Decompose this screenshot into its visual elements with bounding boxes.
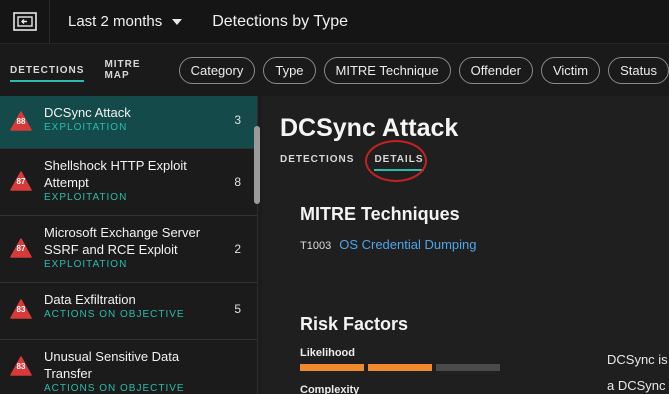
annotation-circle xyxy=(365,140,427,182)
detection-item-dcsync[interactable]: 88 DCSync Attack EXPLOITATION 3 xyxy=(0,96,257,149)
detection-name: Data Exfiltration xyxy=(44,292,136,307)
panel-toggle-button[interactable] xyxy=(0,0,50,44)
tab-detections[interactable]: DETECTIONS xyxy=(10,44,85,96)
detection-item-shellshock[interactable]: 87 Shellshock HTTP Exploit Attempt EXPLO… xyxy=(0,149,257,216)
detection-category: ACTIONS ON OBJECTIVE xyxy=(44,309,185,320)
detection-category: EXPLOITATION xyxy=(44,192,128,203)
likelihood-segment xyxy=(368,364,432,371)
severity-badge: 83 xyxy=(10,356,32,376)
detection-name: Microsoft Exchange Server SSRF and RCE E… xyxy=(44,225,201,257)
likelihood-label: Likelihood xyxy=(300,347,355,359)
sidebar-scrollbar[interactable] xyxy=(254,126,260,204)
detection-category: EXPLOITATION xyxy=(44,122,128,133)
filter-offender[interactable]: Offender xyxy=(458,56,533,84)
description-line: a DCSync a xyxy=(607,378,669,393)
severity-score: 87 xyxy=(16,177,26,186)
severity-score: 83 xyxy=(16,362,26,371)
technique-row: T1003 OS Credential Dumping xyxy=(300,237,477,252)
likelihood-meter xyxy=(300,364,500,371)
detail-pane: DCSync Attack DETECTIONS DETAILS MITRE T… xyxy=(262,96,669,394)
detection-count: 2 xyxy=(234,242,241,256)
detail-title: DCSync Attack xyxy=(280,114,459,142)
severity-badge: 83 xyxy=(10,299,32,319)
detection-count: 5 xyxy=(234,302,241,316)
detection-item-exchange[interactable]: 87 Microsoft Exchange Server SSRF and RC… xyxy=(0,216,257,283)
detection-category: ACTIONS ON OBJECTIVE xyxy=(44,383,185,394)
mitre-techniques-heading: MITRE Techniques xyxy=(300,204,460,224)
mode-tabs: DETECTIONS MITRE MAP xyxy=(0,44,173,96)
time-range-label: Last 2 months xyxy=(68,13,163,30)
severity-badge: 87 xyxy=(10,238,32,258)
severity-score: 83 xyxy=(16,305,26,314)
likelihood-segment xyxy=(300,364,364,371)
chevron-down-icon xyxy=(172,18,183,25)
severity-score: 88 xyxy=(16,117,26,126)
filter-type[interactable]: Type xyxy=(263,56,316,84)
view-title: Detections by Type xyxy=(212,12,348,30)
filter-bar: DETECTIONS MITRE MAP Category Type MITRE… xyxy=(0,44,669,96)
detection-item-data-exfiltration[interactable]: 83 Data Exfiltration ACTIONS ON OBJECTIV… xyxy=(0,283,257,340)
detection-category: EXPLOITATION xyxy=(44,259,128,270)
filter-chips: Category Type MITRE Technique Offender V… xyxy=(178,56,669,84)
detection-count: 8 xyxy=(234,175,241,189)
detection-name: Shellshock HTTP Exploit Attempt xyxy=(44,158,187,190)
tab-detail-detections[interactable]: DETECTIONS xyxy=(280,154,354,171)
severity-score: 87 xyxy=(16,244,26,253)
detection-item-unusual-transfer[interactable]: 83 Unusual Sensitive Data Transfer ACTIO… xyxy=(0,340,257,394)
time-range-dropdown[interactable]: Last 2 months xyxy=(68,13,183,30)
likelihood-segment xyxy=(436,364,500,371)
detection-list: 88 DCSync Attack EXPLOITATION 3 87 Shell… xyxy=(0,96,258,394)
technique-id: T1003 xyxy=(300,240,332,252)
description-line: DCSync is a xyxy=(607,352,669,367)
filter-status[interactable]: Status xyxy=(608,56,669,84)
detection-count: 3 xyxy=(234,113,241,127)
risk-factors-heading: Risk Factors xyxy=(300,314,409,334)
filter-category[interactable]: Category xyxy=(178,56,256,84)
detection-name: DCSync Attack xyxy=(44,105,131,120)
filter-victim[interactable]: Victim xyxy=(540,56,601,84)
severity-badge: 88 xyxy=(10,111,32,131)
filter-mitre-technique[interactable]: MITRE Technique xyxy=(323,56,451,84)
detection-name: Unusual Sensitive Data Transfer xyxy=(44,349,180,381)
technique-link[interactable]: OS Credential Dumping xyxy=(339,237,476,252)
panel-toggle-icon xyxy=(12,11,37,31)
severity-badge: 87 xyxy=(10,171,32,191)
top-bar: Last 2 months Detections by Type xyxy=(0,0,669,44)
tab-mitre-map[interactable]: MITRE MAP xyxy=(104,44,152,96)
complexity-label: Complexity xyxy=(300,384,360,394)
